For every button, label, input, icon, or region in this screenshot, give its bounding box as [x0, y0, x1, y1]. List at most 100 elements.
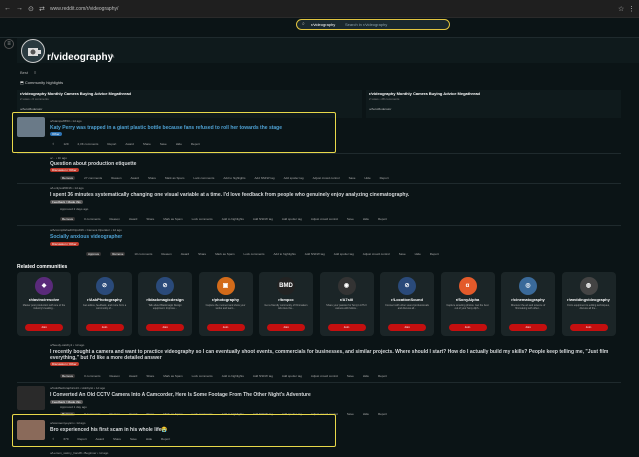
highlight-card[interactable]: r/videography Monthly Camera Buying Advi… — [366, 90, 621, 118]
community-card[interactable]: ◎ r/cinematography Discover the art and sc… — [501, 272, 555, 336]
community-name[interactable]: r/bmpcc — [259, 297, 313, 302]
community-card[interactable]: ▣ r/photography Capture the moment and sho… — [198, 272, 253, 336]
share-button[interactable]: Share — [113, 437, 121, 441]
report-button[interactable]: Report — [378, 374, 387, 378]
lock-button[interactable]: Lock comments — [244, 252, 265, 256]
remove-button[interactable]: Remove — [60, 176, 76, 180]
forward-icon[interactable]: → — [16, 5, 23, 12]
comments-button[interactable]: 10 comments — [134, 252, 152, 256]
post-thumbnail[interactable] — [17, 386, 45, 410]
lock-button[interactable]: Lock comments — [193, 176, 214, 180]
nsfw-button[interactable]: Add NSFW tag — [253, 217, 273, 221]
reason-button[interactable]: Reason — [110, 217, 120, 221]
award-button[interactable]: Award — [131, 176, 139, 180]
post-thumbnail[interactable] — [17, 420, 45, 440]
community-card[interactable]: ◉ r/A7siii Share your passion for Sony's A… — [319, 272, 374, 336]
reason-button[interactable]: Reason — [110, 374, 120, 378]
highlight-button[interactable]: Add to highlights — [222, 217, 244, 221]
share-button[interactable]: Share — [146, 217, 154, 221]
report-button[interactable]: Report — [378, 412, 387, 416]
lock-button[interactable]: Lock comments — [192, 374, 213, 378]
vote-icon[interactable]: ⇧ — [52, 437, 55, 441]
back-icon[interactable]: ← — [4, 5, 11, 12]
join-button[interactable]: Join — [206, 324, 245, 331]
comments-button[interactable]: 2,3K comments — [78, 142, 99, 146]
join-button[interactable]: Join — [388, 324, 426, 331]
settings-icon[interactable]: ⊙ — [28, 5, 34, 13]
remove-button[interactable]: Remove — [110, 252, 126, 256]
award-button[interactable]: Award — [129, 217, 137, 221]
share-button[interactable]: Share — [143, 142, 151, 146]
community-name[interactable]: r/davinciresolve — [17, 297, 71, 302]
save-button[interactable]: Save — [347, 412, 354, 416]
join-button[interactable]: Join — [146, 324, 184, 331]
post-flair[interactable]: Discussion / Other — [50, 242, 79, 246]
post-title[interactable]: Katy Perry was trapped in a giant plasti… — [50, 125, 282, 131]
join-button[interactable]: Join — [85, 324, 124, 331]
star-icon[interactable]: ☆ — [618, 5, 624, 13]
lock-button[interactable]: Lock comments — [192, 217, 213, 221]
search-scope-chip[interactable]: r/videography — [311, 22, 335, 27]
community-name[interactable]: r/cinematography — [501, 297, 555, 302]
community-card[interactable]: ⊘ r/LocationSound Connect with other sound… — [380, 272, 434, 336]
spoiler-button[interactable]: Add spoiler tag — [282, 217, 302, 221]
community-name[interactable]: r/A7siii — [320, 297, 374, 302]
community-card[interactable]: ⊘ r/blackmagicdesign Talk about Blackmagic… — [138, 272, 192, 336]
share-button[interactable]: Share — [148, 176, 156, 180]
hide-button[interactable]: Hide — [146, 437, 152, 441]
highlight-button[interactable]: Add to highlights — [222, 374, 244, 378]
nsfw-button[interactable]: Add NSFW tag — [255, 176, 275, 180]
award-button[interactable]: Award — [129, 374, 137, 378]
join-button[interactable]: Join — [267, 324, 305, 331]
address-bar[interactable]: www.reddit.com/r/videography/ — [50, 6, 118, 12]
highlight-button[interactable]: Add to highlights — [223, 176, 245, 180]
spam-button[interactable]: Mark as Spam — [165, 176, 184, 180]
view-toggle-icon[interactable]: ≡ — [34, 70, 36, 75]
award-button[interactable]: Award — [96, 437, 104, 441]
community-name[interactable]: r/AskPhotography — [78, 297, 132, 302]
remove-button[interactable]: Remove — [60, 374, 76, 378]
post-flair[interactable]: Feedback / Made this — [50, 200, 83, 204]
post-flair[interactable]: Discussion / Other — [50, 168, 79, 172]
save-button[interactable]: Save — [347, 374, 354, 378]
site-info-icon[interactable]: ⇄ — [39, 5, 45, 13]
share-button[interactable]: Share — [146, 374, 154, 378]
community-card[interactable]: BMD r/bmpcc Get a friendly community of fi… — [259, 272, 313, 336]
menu-icon[interactable]: ⋮ — [628, 5, 635, 13]
award-button[interactable]: Award — [125, 142, 133, 146]
report-button[interactable]: Report — [78, 437, 87, 441]
save-button[interactable]: Save — [349, 176, 356, 180]
reason-button[interactable]: Reason — [161, 252, 171, 256]
post-flair[interactable]: Other — [50, 132, 62, 136]
report-button[interactable]: Report — [191, 142, 200, 146]
edit-icon[interactable]: ✎ — [110, 53, 115, 60]
hide-button[interactable]: Hide — [364, 176, 370, 180]
save-button[interactable]: Save — [160, 142, 167, 146]
highlight-button[interactable]: Add to highlights — [274, 252, 296, 256]
award-button[interactable]: Award — [181, 252, 189, 256]
sidebar-toggle-icon[interactable]: ≡ — [4, 39, 14, 49]
hide-button[interactable]: Hide — [363, 217, 369, 221]
community-name[interactable]: r/blackmagicdesign — [138, 297, 192, 302]
nsfw-button[interactable]: Add NSFW tag — [253, 374, 273, 378]
reason-button[interactable]: Reason — [111, 176, 121, 180]
community-card[interactable]: α r/SonyAlpha Capture amazing photos. Get … — [440, 272, 495, 336]
spoiler-button[interactable]: Add spoiler tag — [284, 176, 304, 180]
spam-button[interactable]: Mark as Spam — [163, 217, 182, 221]
save-button[interactable]: Save — [399, 252, 406, 256]
hide-button[interactable]: Hide — [363, 412, 369, 416]
comments-button[interactable]: 0 comments — [84, 374, 100, 378]
crowd-control-button[interactable]: Adjust crowd control — [311, 217, 338, 221]
community-name[interactable]: r/weddingvideography — [562, 297, 616, 302]
community-card[interactable]: ◆ r/davinciresolve Master post production … — [17, 272, 71, 336]
comments-button[interactable]: 0 comments — [84, 217, 100, 221]
report-button[interactable]: Report — [430, 252, 439, 256]
join-button[interactable]: Join — [327, 324, 366, 331]
post-title[interactable]: Bro experienced his first scam in his wh… — [50, 427, 168, 433]
hide-button[interactable]: Hide — [176, 142, 182, 146]
highlight-author[interactable]: u/AutoModerator — [20, 107, 42, 111]
approve-button[interactable]: Approve — [86, 252, 102, 256]
post-title[interactable]: Question about production etiquette — [50, 161, 136, 167]
post-flair[interactable]: Discussion / Other — [50, 362, 79, 366]
spoiler-button[interactable]: Add spoiler tag — [282, 374, 302, 378]
